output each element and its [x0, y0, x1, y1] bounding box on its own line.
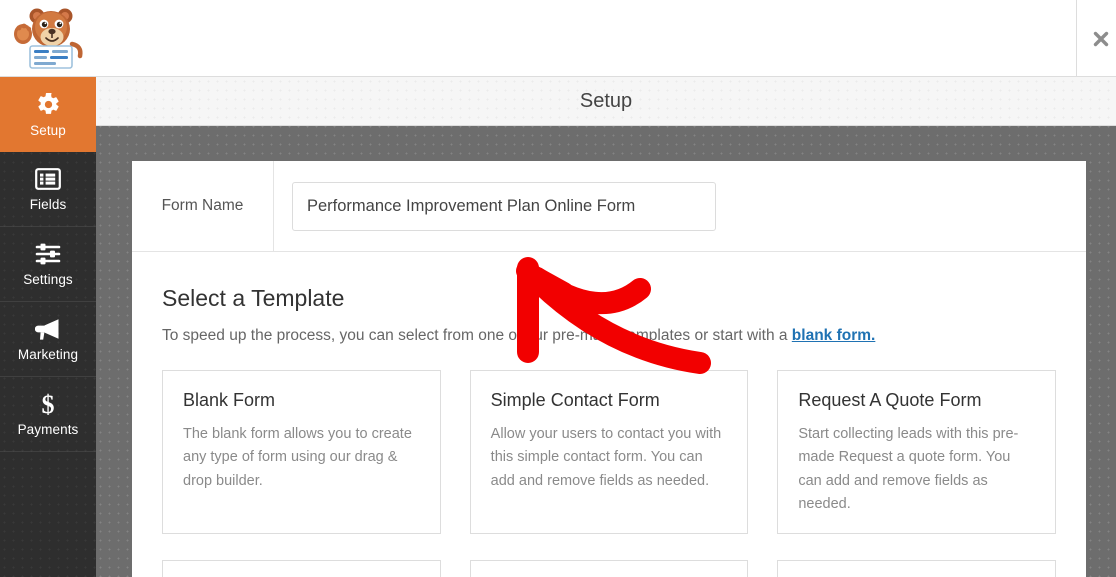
sidebar-item-fields[interactable]: Fields	[0, 152, 96, 227]
blank-form-link[interactable]: blank form.	[792, 327, 876, 344]
close-icon[interactable]	[1088, 26, 1114, 52]
sidebar-item-label: Marketing	[17, 347, 79, 362]
template-card-description: The blank form allows you to create any …	[183, 426, 412, 489]
select-template-description: To speed up the process, you can select …	[162, 327, 1056, 345]
template-card-title: Request A Quote Form	[798, 390, 982, 410]
select-template-heading: Select a Template	[162, 285, 345, 311]
template-card[interactable]: Blank Form The blank form allows you to …	[162, 370, 441, 534]
template-card[interactable]: Simple Contact Form Allow your users to …	[469, 370, 749, 534]
form-name-label-cell: Form Name	[132, 160, 274, 252]
svg-text:$: $	[42, 391, 55, 417]
template-card[interactable]	[162, 560, 441, 577]
setup-panel: Form Name Select a Template To speed up …	[132, 160, 1086, 577]
form-name-input[interactable]	[292, 181, 716, 231]
sidebar-item-label: Settings	[23, 272, 73, 287]
template-card[interactable]	[469, 560, 749, 577]
gear-icon	[36, 92, 61, 118]
sidebar-item-payments[interactable]: $ Payments	[0, 377, 96, 452]
wpforms-bear-mascot-logo-icon	[8, 4, 88, 70]
builder-topbar	[0, 0, 1116, 77]
dollar-icon: $	[39, 391, 57, 417]
sidebar-item-setup[interactable]: Setup	[0, 77, 96, 152]
template-card-description: Start collecting leads with this pre-mad…	[798, 426, 1019, 513]
builder-content: Setup Form Name Select a Template To spe…	[96, 77, 1116, 577]
page-title: Setup	[579, 89, 633, 112]
sliders-icon	[35, 241, 61, 267]
form-name-label: Form Name	[161, 197, 244, 214]
template-card[interactable]: Request A Quote Form Start collecting le…	[777, 370, 1057, 534]
template-grid-row-1: Blank Form The blank form allows you to …	[162, 370, 1057, 534]
template-card[interactable]	[777, 560, 1057, 577]
sidebar-item-settings[interactable]: Settings	[0, 227, 96, 302]
sidebar-item-label: Setup	[30, 122, 66, 138]
description-text: To speed up the process, you can select …	[162, 327, 792, 344]
template-section: Select a Template To speed up the proces…	[132, 252, 1086, 577]
list-icon	[35, 166, 61, 192]
template-card-title: Blank Form	[183, 390, 276, 410]
topbar-divider	[1076, 0, 1077, 77]
sidebar-item-marketing[interactable]: Marketing	[0, 302, 96, 377]
template-grid-row-2	[162, 560, 1057, 577]
wpforms-form-builder: Setup Fields Settings Marketing $ Paymen…	[0, 0, 1116, 577]
builder-sidebar: Setup Fields Settings Marketing $ Paymen…	[0, 77, 96, 577]
form-name-row: Form Name	[132, 160, 1086, 252]
sidebar-item-label: Fields	[29, 197, 67, 212]
template-card-title: Simple Contact Form	[490, 390, 660, 410]
megaphone-icon	[34, 316, 62, 342]
setup-panel-header: Setup	[96, 77, 1116, 126]
sidebar-item-label: Payments	[17, 422, 79, 437]
template-card-description: Allow your users to contact you with thi…	[490, 426, 722, 489]
